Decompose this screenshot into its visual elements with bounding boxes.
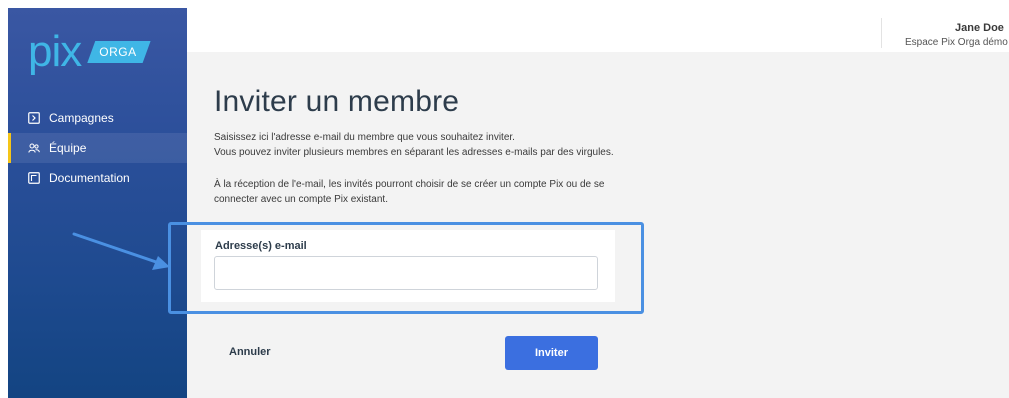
sidebar-item-label: Campagnes bbox=[49, 111, 114, 125]
info-line: connecter avec un compte Pix existant. bbox=[214, 194, 388, 205]
instruction-line: Saisissez ici l'adresse e-mail du membre… bbox=[214, 132, 515, 143]
instruction-line: Vous pouvez inviter plusieurs membres en… bbox=[214, 147, 614, 158]
logo-text: pix bbox=[28, 27, 82, 76]
instructions: Saisissez ici l'adresse e-mail du membre… bbox=[214, 130, 714, 160]
campaign-icon bbox=[28, 112, 40, 124]
divider bbox=[881, 18, 882, 48]
team-icon bbox=[28, 142, 40, 154]
main-content: Inviter un membre Saisissez ici l'adress… bbox=[187, 52, 1009, 398]
sidebar-item-label: Équipe bbox=[49, 141, 87, 155]
invite-button[interactable]: Inviter bbox=[505, 336, 598, 370]
user-organization[interactable]: Espace Pix Orga démo bbox=[905, 37, 1008, 48]
documentation-icon bbox=[28, 172, 40, 184]
pix-orga-logo[interactable]: pix ORGA bbox=[28, 27, 151, 76]
page-title: Inviter un membre bbox=[214, 85, 460, 118]
cancel-button[interactable]: Annuler bbox=[229, 346, 271, 358]
sidebar-item-equipe[interactable]: Équipe bbox=[8, 133, 187, 163]
app-frame: pix ORGA Campagnes Équipe Documentation … bbox=[0, 0, 1009, 398]
sidebar-item-label: Documentation bbox=[49, 171, 130, 185]
info-line: À la réception de l'e-mail, les invités … bbox=[214, 179, 605, 190]
top-bar: Jane Doe Espace Pix Orga démo bbox=[187, 8, 1009, 52]
email-form-card: Adresse(s) e-mail bbox=[201, 230, 615, 302]
email-input[interactable] bbox=[214, 256, 598, 290]
sidebar-item-campagnes[interactable]: Campagnes bbox=[8, 103, 187, 133]
sidebar: pix ORGA Campagnes Équipe Documentation bbox=[8, 8, 187, 398]
sidebar-nav: Campagnes Équipe Documentation bbox=[8, 103, 187, 193]
logo-badge: ORGA bbox=[87, 41, 150, 63]
invitation-info: À la réception de l'e-mail, les invités … bbox=[214, 177, 714, 207]
user-name[interactable]: Jane Doe bbox=[955, 22, 1004, 34]
email-label: Adresse(s) e-mail bbox=[215, 240, 307, 252]
sidebar-item-documentation[interactable]: Documentation bbox=[8, 163, 187, 193]
